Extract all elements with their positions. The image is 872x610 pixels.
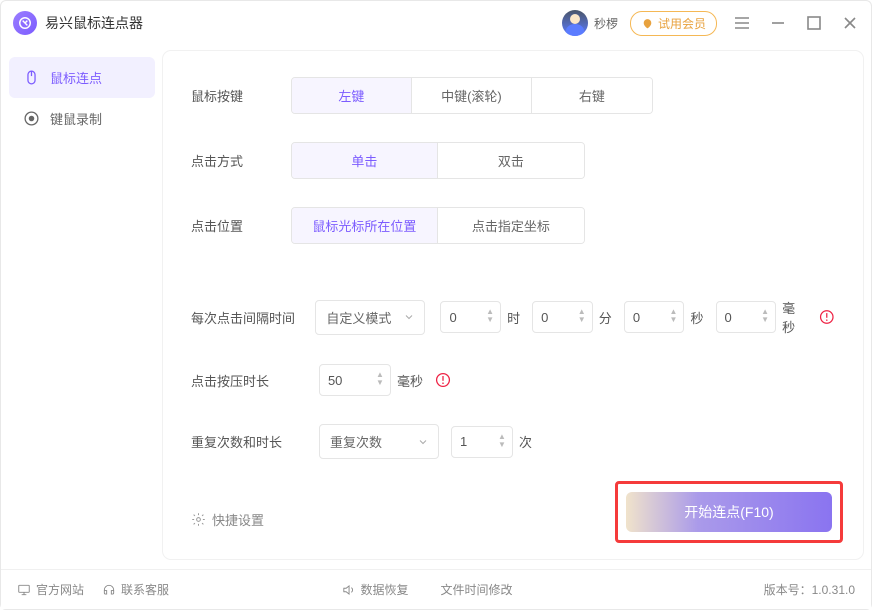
app-title: 易兴鼠标连点器 [45, 13, 143, 33]
click-pos-label: 点击位置 [191, 216, 291, 235]
trial-badge[interactable]: 试用会员 [630, 11, 717, 36]
chevron-down-icon [404, 312, 414, 322]
warning-icon [435, 372, 451, 388]
click-pos-seg: 鼠标光标所在位置 点击指定坐标 [291, 207, 585, 244]
menu-icon[interactable] [733, 14, 751, 32]
repeat-label: 重复次数和时长 [191, 432, 319, 451]
repeat-mode-value: 重复次数 [330, 432, 382, 451]
chevron-down-icon [418, 437, 428, 447]
minimize-icon[interactable] [769, 14, 787, 32]
data-recovery-link[interactable]: 数据恢复 [341, 581, 408, 598]
contact-link[interactable]: 联系客服 [102, 581, 169, 598]
spin-down-icon[interactable]: ▼ [498, 442, 508, 450]
content-panel: 鼠标按键 左键 中键(滚轮) 右键 点击方式 单击 双击 点击位置 鼠标光标所在… [163, 51, 863, 559]
mouse-button-label: 鼠标按键 [191, 86, 291, 105]
seg-cursor-pos[interactable]: 鼠标光标所在位置 [292, 208, 438, 243]
repeat-count-input[interactable]: ▲▼ [451, 426, 513, 458]
interval-label: 每次点击间隔时间 [191, 308, 315, 327]
press-duration-input[interactable]: ▲▼ [319, 364, 391, 396]
seg-left-button[interactable]: 左键 [292, 78, 412, 113]
repeat-mode-select[interactable]: 重复次数 [319, 424, 439, 459]
click-mode-label: 点击方式 [191, 151, 291, 170]
sec-unit: 秒 [690, 308, 703, 327]
quick-setting-label: 快捷设置 [212, 510, 264, 529]
speaker-icon [341, 583, 355, 597]
gear-icon [191, 512, 206, 527]
data-recovery-label: 数据恢复 [360, 581, 408, 598]
sidebar-item-mouse-click[interactable]: 鼠标连点 [9, 57, 155, 98]
hour-unit: 时 [507, 308, 520, 327]
seg-double-click[interactable]: 双击 [438, 143, 584, 178]
app-logo [13, 11, 37, 35]
file-time-label: 文件时间修改 [441, 581, 513, 598]
sec-input[interactable]: ▲▼ [624, 301, 685, 333]
sidebar: 鼠标连点 键鼠录制 [1, 45, 163, 565]
spin-down-icon[interactable]: ▼ [669, 317, 679, 325]
close-icon[interactable] [841, 14, 859, 32]
seg-fixed-pos[interactable]: 点击指定坐标 [438, 208, 584, 243]
official-site-label: 官方网站 [36, 581, 84, 598]
mouse-icon [23, 69, 40, 86]
seg-middle-button[interactable]: 中键(滚轮) [412, 78, 532, 113]
official-site-link[interactable]: 官方网站 [17, 581, 84, 598]
start-button-highlight: 开始连点(F10) [615, 481, 843, 543]
start-button[interactable]: 开始连点(F10) [626, 492, 832, 532]
press-duration-label: 点击按压时长 [191, 371, 319, 390]
repeat-unit: 次 [519, 432, 532, 451]
interval-mode-select[interactable]: 自定义模式 [315, 300, 425, 335]
spin-down-icon[interactable]: ▼ [376, 380, 386, 388]
sidebar-item-label: 鼠标连点 [50, 68, 102, 87]
seg-right-button[interactable]: 右键 [532, 78, 652, 113]
avatar [562, 10, 588, 36]
contact-label: 联系客服 [121, 581, 169, 598]
user-name: 秒椤 [594, 15, 618, 32]
headset-icon [102, 583, 116, 597]
trial-label: 试用会员 [658, 15, 706, 32]
min-input[interactable]: ▲▼ [532, 301, 593, 333]
maximize-icon[interactable] [805, 14, 823, 32]
record-icon [23, 110, 40, 127]
sidebar-item-label: 键鼠录制 [50, 109, 102, 128]
titlebar: 易兴鼠标连点器 秒椤 试用会员 [1, 1, 871, 45]
click-mode-seg: 单击 双击 [291, 142, 585, 179]
sidebar-item-record[interactable]: 键鼠录制 [9, 98, 155, 139]
press-duration-unit: 毫秒 [397, 371, 423, 390]
mouse-button-seg: 左键 中键(滚轮) 右键 [291, 77, 653, 114]
version-text: 版本号：1.0.31.0 [764, 581, 855, 598]
spin-down-icon[interactable]: ▼ [486, 317, 496, 325]
ms-input[interactable]: ▲▼ [716, 301, 777, 333]
spin-down-icon[interactable]: ▼ [578, 317, 588, 325]
hour-input[interactable]: ▲▼ [440, 301, 501, 333]
seg-single-click[interactable]: 单击 [292, 143, 438, 178]
quick-setting-link[interactable]: 快捷设置 [191, 510, 264, 529]
ms-unit: 毫秒 [782, 298, 807, 336]
interval-mode-value: 自定义模式 [326, 308, 391, 327]
footer: 官方网站 联系客服 数据恢复 文件时间修改 版本号：1.0.31.0 [1, 569, 871, 609]
warning-icon [819, 309, 835, 325]
min-unit: 分 [599, 308, 612, 327]
user-area[interactable]: 秒椤 [562, 10, 618, 36]
file-time-link[interactable]: 文件时间修改 [441, 581, 513, 598]
spin-down-icon[interactable]: ▼ [761, 317, 771, 325]
monitor-icon [17, 583, 31, 597]
